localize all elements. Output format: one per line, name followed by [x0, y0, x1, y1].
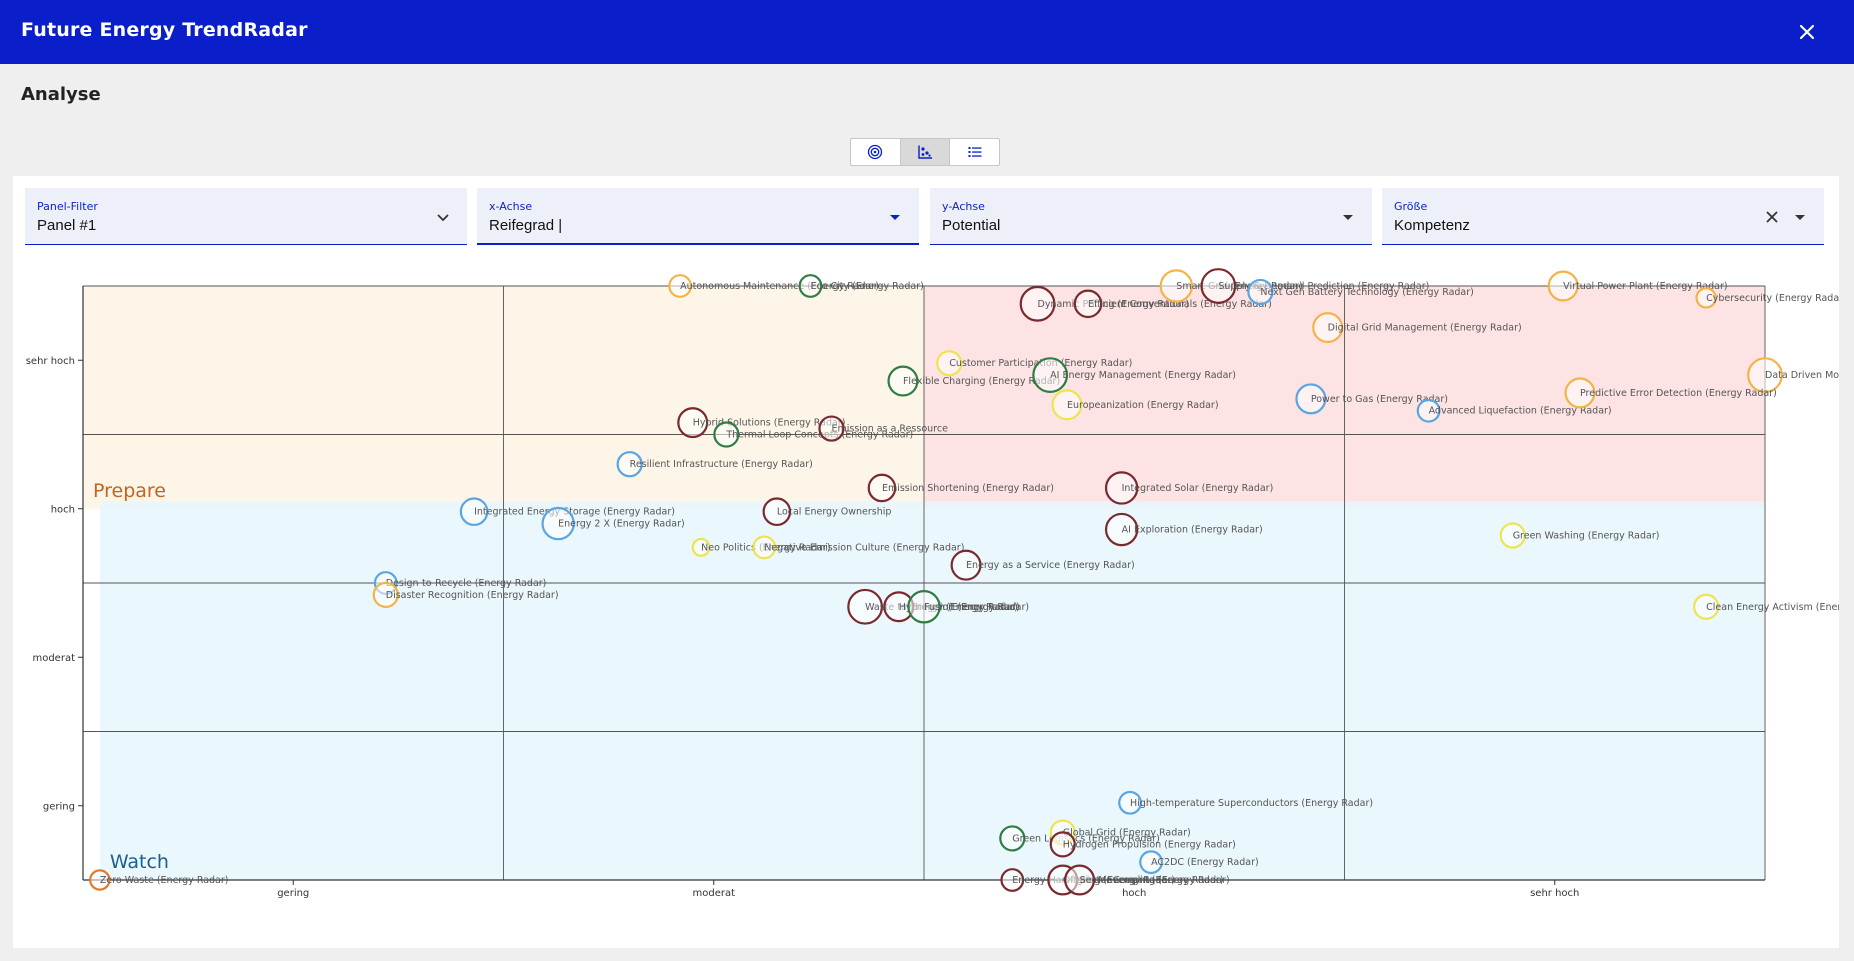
- panel-filter-value: Panel #1: [37, 217, 97, 234]
- trend-label: Data Driven Modelling (Energy Radar): [1765, 370, 1839, 381]
- trend-label: Predictive Error Detection (Energy Radar…: [1580, 388, 1777, 399]
- size-label: Größe: [1394, 200, 1428, 213]
- trend-label: Global Grid (Energy Radar): [1063, 827, 1191, 838]
- x-tick-label: hoch: [1122, 888, 1146, 899]
- title-bar: Future Energy TrendRadar: [0, 0, 1854, 64]
- view-toggle: [850, 138, 1000, 166]
- scatter-chart-icon: [918, 145, 932, 159]
- trend-label: Fusion (Energy Radar): [924, 602, 1029, 613]
- trend-label: Hydrogen Propulsion (Energy Radar): [1063, 839, 1236, 850]
- trend-label: Energy 2 X (Energy Radar): [558, 519, 685, 530]
- x-tick-label: moderat: [692, 888, 735, 899]
- y-tick-label: sehr hoch: [26, 356, 75, 367]
- app-title: Future Energy TrendRadar: [21, 19, 308, 41]
- trend-label: Local Energy Ownership: [777, 507, 892, 518]
- size-value: Kompetenz: [1394, 217, 1470, 234]
- x-axis-label: x-Achse: [489, 200, 533, 213]
- clear-icon[interactable]: [1762, 207, 1782, 227]
- chevron-down-icon[interactable]: [434, 208, 452, 226]
- y-tick-label: gering: [43, 801, 75, 812]
- trend-label: AI Exploration (Energy Radar): [1122, 525, 1263, 536]
- trend-label: Green Washing (Energy Radar): [1513, 530, 1660, 541]
- trend-label: Integrated Solar (Energy Radar): [1122, 483, 1274, 494]
- zone-label: Prepare: [93, 480, 166, 502]
- trend-label: Sector Coupling (Energy Radar): [1080, 875, 1230, 886]
- trend-label: Next Gen Battery Technology (Energy Rada…: [1260, 287, 1473, 298]
- panel-filter-select[interactable]: Panel-Filter Panel #1: [25, 188, 467, 245]
- x-tick-label: gering: [277, 888, 309, 899]
- y-tick-label: moderat: [32, 653, 75, 664]
- trend-scatter-chart: Prepare Watch gering moderat hoch sehr hoch ge…: [26, 268, 1839, 899]
- x-tick-label: sehr hoch: [1530, 888, 1579, 899]
- trend-label: Zero Waste (Energy Radar): [100, 875, 229, 886]
- trend-label: Emission as a Ressource: [831, 424, 948, 435]
- y-axis-select[interactable]: y-Achse Potential: [930, 188, 1372, 245]
- trend-label: Energy as a Service (Energy Radar): [966, 560, 1135, 571]
- trend-label: Digital Grid Management (Energy Radar): [1328, 323, 1522, 334]
- trend-label: Emission Shortening (Energy Radar): [882, 483, 1054, 494]
- trend-label: AI Energy Management (Energy Radar): [1050, 370, 1236, 381]
- zone-area: [99, 501, 1766, 880]
- trend-label: AC2DC (Energy Radar): [1151, 857, 1259, 868]
- trend-label: Cybersecurity (Energy Radar): [1706, 293, 1839, 304]
- trend-label: Negative Emission Culture (Energy Radar): [764, 542, 964, 553]
- caret-down-icon[interactable]: [886, 208, 904, 226]
- trend-label: Europeanization (Energy Radar): [1067, 400, 1219, 411]
- y-axis-label: y-Achse: [942, 200, 985, 213]
- trend-label: Design-to-Recycle (Energy Radar): [386, 578, 547, 589]
- list-view-button[interactable]: [950, 139, 999, 165]
- trend-label: Eco City (Energy Radar): [810, 281, 923, 292]
- trend-label: High-temperature Superconductors (Energy…: [1130, 798, 1373, 809]
- y-tick-label: hoch: [51, 504, 75, 515]
- trend-label: Clean Energy Activism (Energy Radar): [1706, 602, 1839, 613]
- trend-label: Integrated Energy Storage (Energy Radar): [474, 507, 675, 518]
- x-axis-value: Reifegrad |: [489, 217, 563, 234]
- size-select[interactable]: Größe Kompetenz: [1382, 188, 1824, 245]
- close-icon[interactable]: [1793, 18, 1821, 46]
- y-axis-value: Potential: [942, 217, 1001, 234]
- panel-filter-label: Panel-Filter: [37, 200, 98, 213]
- page-title: Analyse: [21, 84, 101, 105]
- trend-label: Disaster Recognition (Energy Radar): [386, 590, 559, 601]
- caret-down-icon[interactable]: [1791, 208, 1809, 226]
- zone-label: Watch: [110, 851, 169, 873]
- x-axis-select[interactable]: x-Achse Reifegrad |: [477, 188, 919, 245]
- radar-icon: [868, 144, 883, 160]
- caret-down-icon[interactable]: [1339, 208, 1357, 226]
- trend-label: Resilient Infrastructure (Energy Radar): [630, 459, 813, 470]
- radar-view-button[interactable]: [851, 139, 901, 165]
- list-icon: [968, 147, 982, 157]
- scatter-view-button[interactable]: [900, 139, 951, 165]
